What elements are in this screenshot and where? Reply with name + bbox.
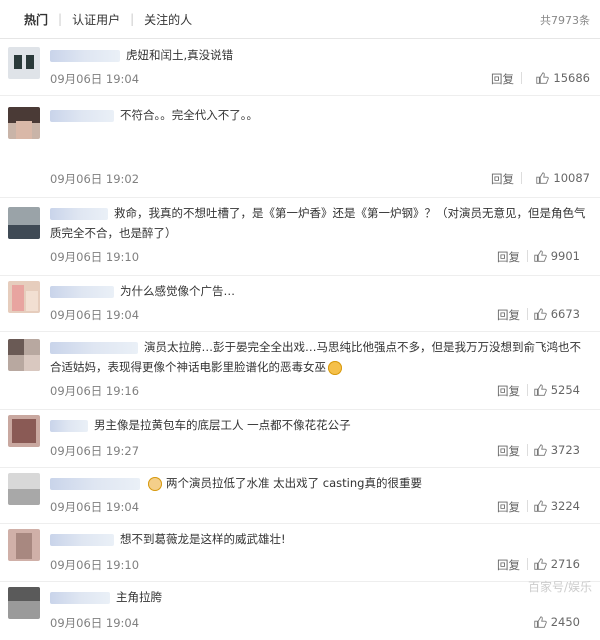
like-count: 6673	[550, 307, 580, 321]
like-button[interactable]: 3723	[533, 443, 580, 457]
comment-item: 虎妞和闰土,真没说错 09月06日 19:04 回复 15686	[0, 39, 600, 96]
reply-button[interactable]: 回复	[497, 307, 520, 323]
username-blurred[interactable]	[50, 591, 110, 604]
comment-item: 不符合。。完全代入不了。。 09月06日 19:02 回复 10087	[0, 95, 600, 198]
watermark: 百家号/娱乐	[527, 580, 592, 594]
comment-text: 男主像是拉黄包车的底层工人 一点都不像花花公子	[94, 418, 351, 432]
thumbs-up-icon	[536, 72, 550, 84]
comment-date: 09月06日 19:02	[50, 172, 140, 186]
divider	[527, 308, 528, 320]
comment-date: 09月06日 19:10	[50, 250, 140, 264]
like-button[interactable]: 10087	[535, 171, 590, 185]
comment-date: 09月06日 19:04	[50, 500, 140, 514]
thumbs-up-icon	[534, 444, 547, 456]
thumbs-up-icon	[534, 616, 547, 628]
like-button[interactable]: 2450	[533, 615, 580, 629]
like-button[interactable]: 2716	[533, 557, 580, 571]
avatar[interactable]	[8, 339, 40, 371]
comment-date: 09月06日 19:16	[50, 384, 140, 398]
like-count: 9901	[550, 249, 580, 263]
like-button[interactable]: 3224	[533, 499, 580, 513]
like-count: 15686	[553, 71, 590, 85]
divider	[527, 444, 528, 456]
like-button[interactable]: 9901	[533, 249, 580, 263]
username-blurred[interactable]	[50, 533, 114, 546]
thumbs-up-icon	[534, 500, 547, 512]
thumbs-up-icon	[534, 384, 547, 396]
like-count: 2450	[550, 615, 580, 629]
comment-text: 不符合。。完全代入不了。。	[120, 108, 258, 122]
tab-verified-users[interactable]: 认证用户	[62, 11, 130, 28]
thumbs-up-icon	[534, 250, 547, 262]
divider	[527, 558, 528, 570]
avatar[interactable]	[8, 207, 40, 239]
reply-button[interactable]: 回复	[497, 557, 520, 573]
comment-date: 09月06日 19:04	[50, 308, 140, 322]
comment-filter-tabs: 热门 | 认证用户 | 关注的人 共7973条	[0, 0, 600, 39]
comment-text: 两个演员拉低了水准 太出戏了 casting真的很重要	[166, 476, 422, 490]
avatar[interactable]	[8, 529, 40, 561]
comment-item: 救命，我真的不想吐槽了，是《第一炉香》还是《第一炉钢》？（对演员无意见，但是角色…	[0, 197, 600, 276]
comment-text: 想不到葛薇龙是这样的威武雄壮!	[120, 532, 286, 546]
like-button[interactable]: 15686	[535, 71, 590, 85]
avatar[interactable]	[8, 47, 40, 79]
thumbs-up-icon	[536, 172, 550, 184]
avatar[interactable]	[8, 473, 40, 505]
like-count: 2716	[550, 557, 580, 571]
divider	[527, 250, 528, 262]
reply-button[interactable]: 回复	[497, 443, 520, 459]
comment-item: 主角拉胯 09月06日 19:04 2450	[0, 581, 600, 640]
comment-item: 演员太拉胯…彭于晏完全全出戏…马思纯比他强点不多，但是我万万没想到俞飞鸿也不合适…	[0, 331, 600, 410]
comment-text: 为什么感觉像个广告…	[120, 284, 235, 298]
comment-date: 09月06日 19:04	[50, 72, 140, 86]
grimace-emoji-icon	[328, 360, 342, 375]
comment-text: 救命，我真的不想吐槽了，是《第一炉香》还是《第一炉钢》？（对演员无意见，但是角色…	[50, 206, 586, 240]
divider	[521, 72, 522, 84]
thumbs-up-icon	[534, 558, 547, 570]
username-blurred[interactable]	[50, 419, 88, 432]
comment-date: 09月06日 19:04	[50, 616, 140, 630]
username-blurred[interactable]	[50, 49, 120, 62]
username-blurred[interactable]	[50, 109, 114, 122]
avatar[interactable]	[8, 587, 40, 619]
tab-following[interactable]: 关注的人	[134, 11, 202, 28]
username-blurred[interactable]	[50, 477, 140, 490]
divider	[527, 384, 528, 396]
comment-item: 想不到葛薇龙是这样的威武雄壮! 09月06日 19:10 回复 2716	[0, 523, 600, 582]
reply-button[interactable]: 回复	[491, 71, 514, 87]
comment-date: 09月06日 19:27	[50, 444, 140, 458]
reply-button[interactable]: 回复	[497, 499, 520, 515]
avatar[interactable]	[8, 281, 40, 313]
like-button[interactable]: 6673	[533, 307, 580, 321]
like-count: 3723	[550, 443, 580, 457]
comment-total-count: 共7973条	[540, 14, 590, 27]
comment-item: 男主像是拉黄包车的底层工人 一点都不像花花公子 09月06日 19:27 回复 …	[0, 409, 600, 468]
avatar[interactable]	[8, 415, 40, 447]
like-count: 5254	[550, 383, 580, 397]
like-count: 10087	[553, 171, 590, 185]
avatar[interactable]	[8, 107, 40, 139]
comment-item: 两个演员拉低了水准 太出戏了 casting真的很重要 09月06日 19:04…	[0, 467, 600, 524]
reply-button[interactable]: 回复	[497, 249, 520, 265]
like-button[interactable]: 5254	[533, 383, 580, 397]
reply-button[interactable]: 回复	[491, 171, 514, 187]
comment-text: 虎妞和闰土,真没说错	[126, 48, 234, 62]
reply-button[interactable]: 回复	[497, 383, 520, 399]
divider	[527, 500, 528, 512]
thumbs-up-icon	[534, 308, 547, 320]
username-blurred[interactable]	[50, 207, 108, 220]
emoji-icon	[148, 476, 162, 491]
divider	[521, 172, 522, 184]
tab-hot[interactable]: 热门	[14, 11, 58, 28]
comment-item: 为什么感觉像个广告… 09月06日 19:04 回复 6673	[0, 275, 600, 332]
comment-text: 主角拉胯	[116, 590, 162, 604]
comment-date: 09月06日 19:10	[50, 558, 140, 572]
username-blurred[interactable]	[50, 285, 114, 298]
like-count: 3224	[550, 499, 580, 513]
username-blurred[interactable]	[50, 341, 138, 354]
